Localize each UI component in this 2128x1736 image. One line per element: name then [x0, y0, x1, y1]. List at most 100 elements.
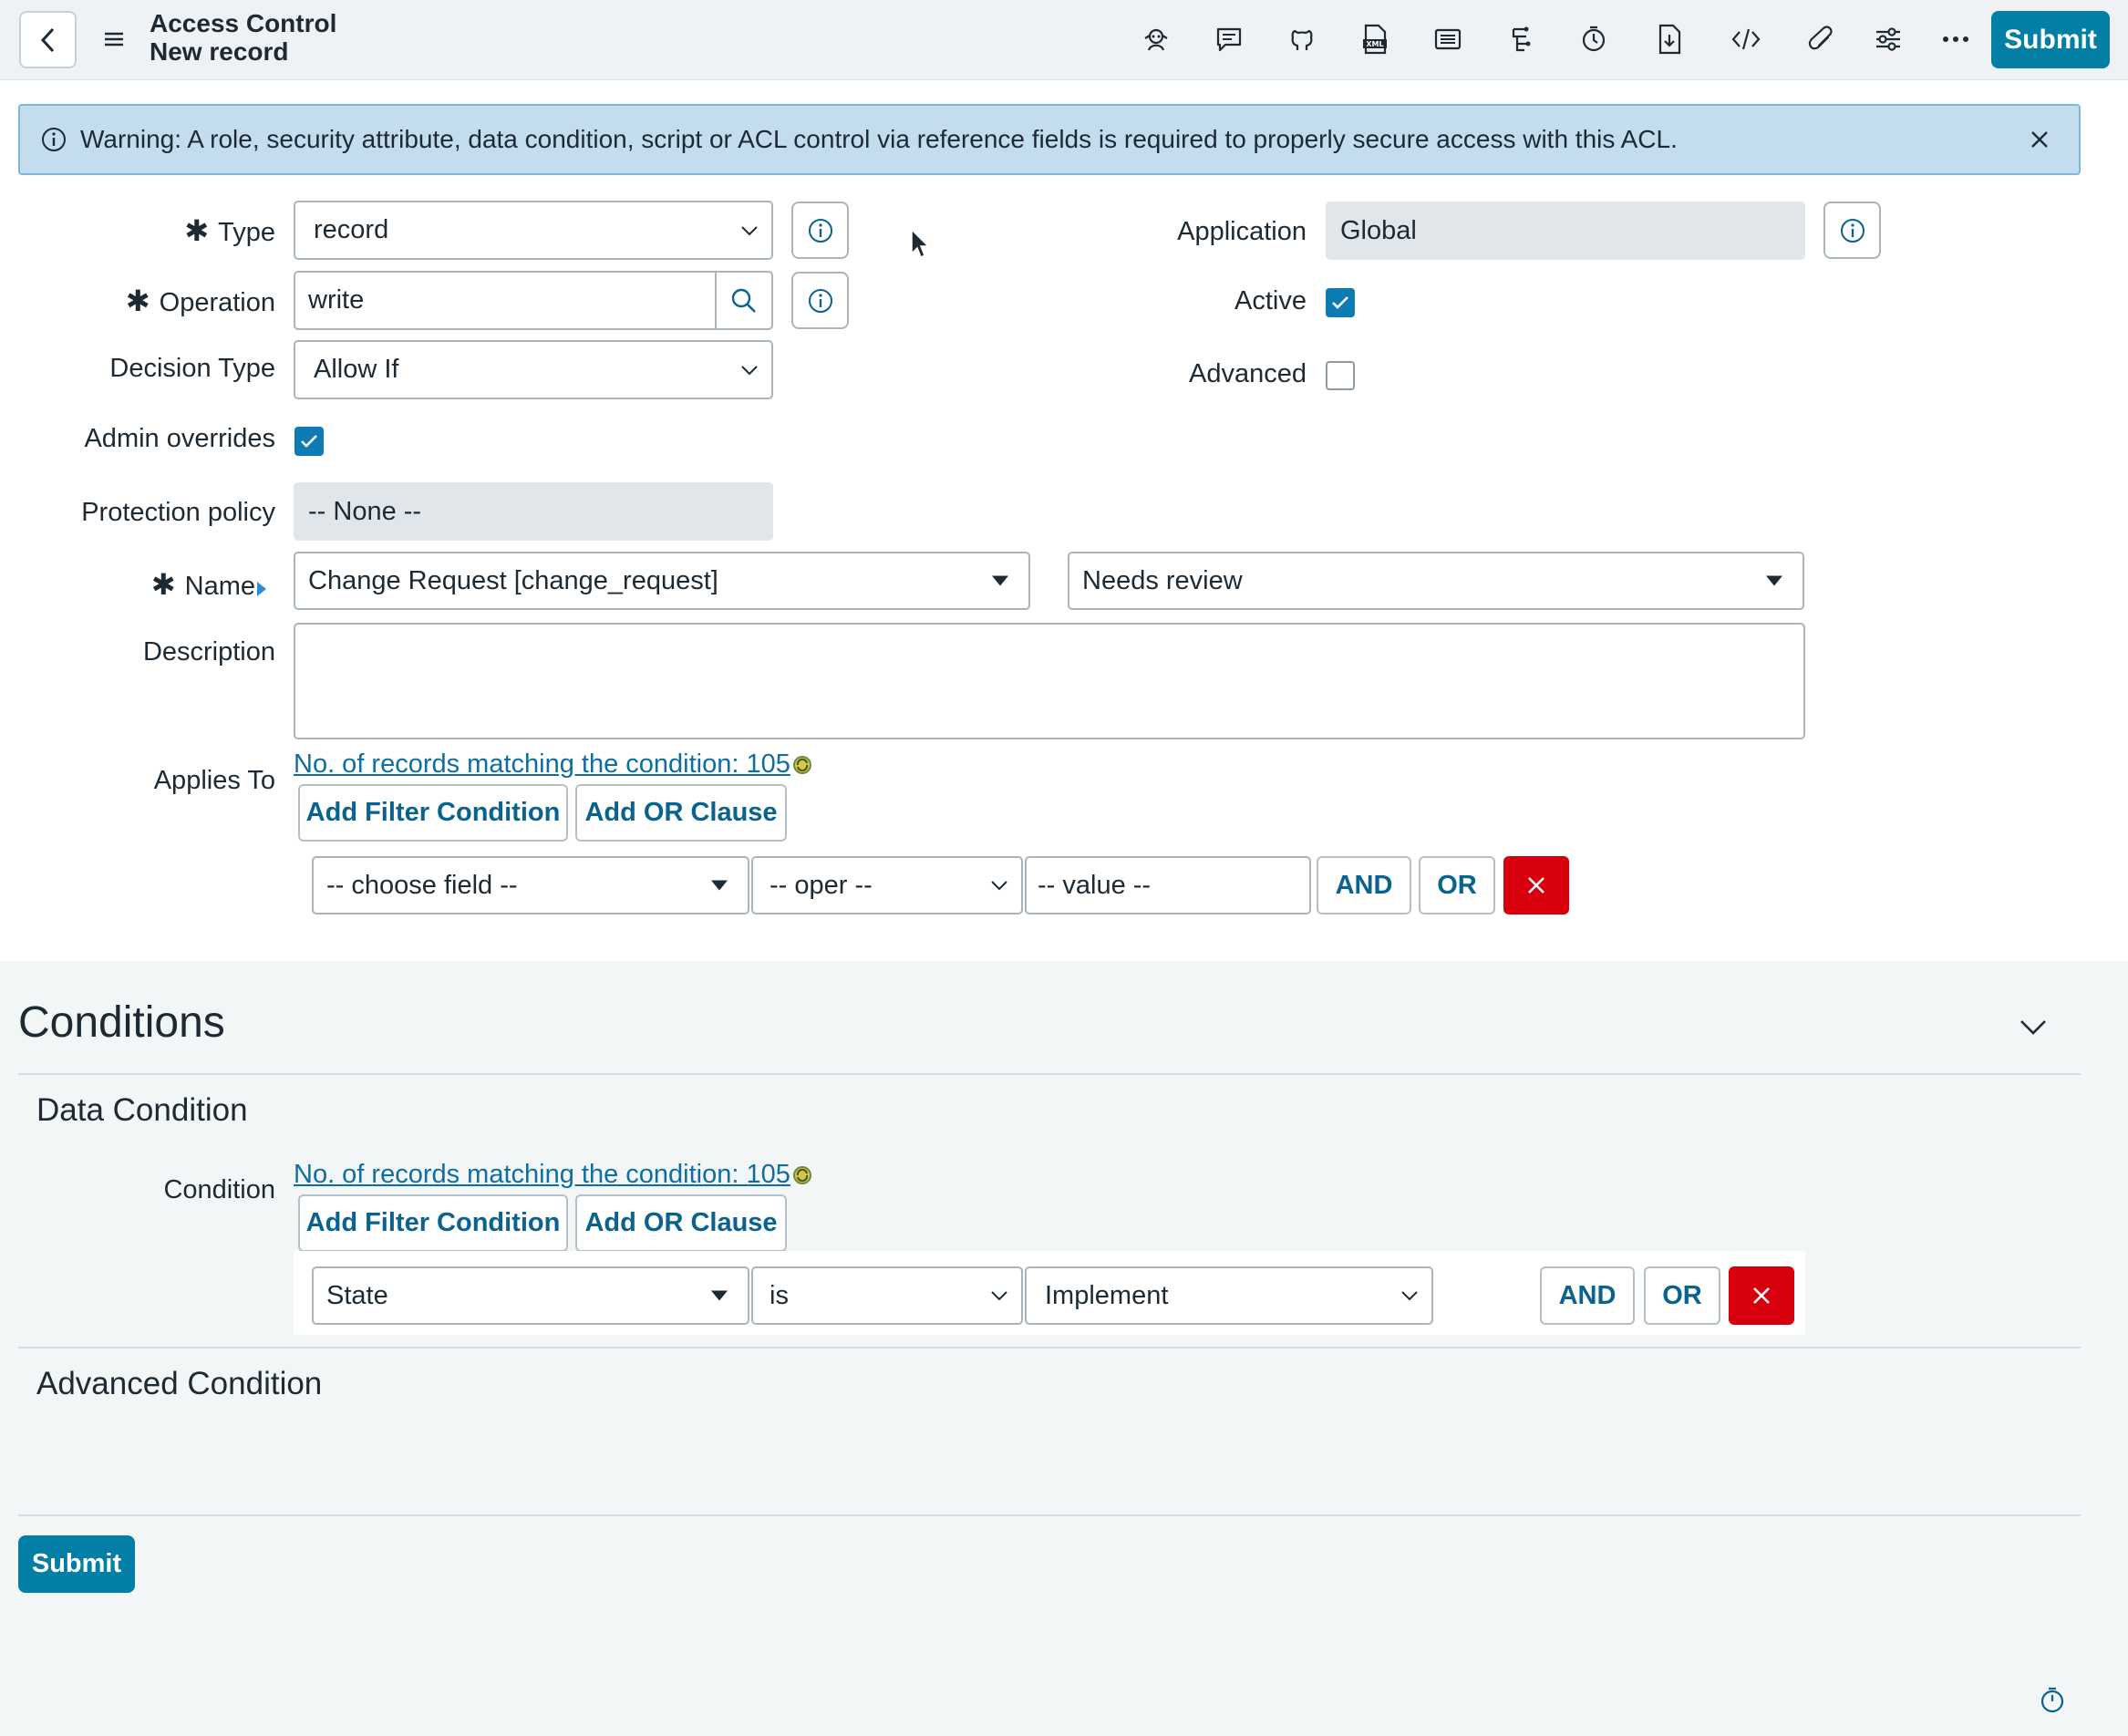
conditions-section: [0, 961, 2128, 1736]
protection-policy-field: -- None --: [294, 482, 773, 541]
condition-and-button[interactable]: AND: [1540, 1266, 1635, 1325]
condition-oper-select[interactable]: is: [751, 1266, 1023, 1325]
dropdown-triangle-icon: [1766, 575, 1782, 586]
chevron-down-icon: [741, 225, 758, 235]
warning-banner: Warning: A role, security attribute, dat…: [18, 104, 2081, 175]
page-title: Access Control New record: [150, 9, 336, 66]
checkmark-icon: [1332, 296, 1348, 309]
chevron-down-icon: [991, 1291, 1007, 1301]
expand-triangle-icon[interactable]: [255, 575, 268, 604]
divider: [18, 1514, 2081, 1516]
xml-icon[interactable]: XML: [1354, 18, 1396, 60]
condition-add-or-button[interactable]: Add OR Clause: [575, 1194, 787, 1252]
more-icon[interactable]: [1935, 18, 1977, 60]
info-icon: [808, 288, 832, 313]
mouse-cursor-icon: [910, 228, 930, 265]
back-button[interactable]: [19, 11, 77, 68]
chevron-down-icon: [741, 365, 758, 375]
type-label: ✱ Type: [184, 214, 275, 247]
search-icon[interactable]: [715, 273, 771, 328]
condition-or-button[interactable]: OR: [1644, 1266, 1720, 1325]
clock-icon[interactable]: [1573, 18, 1615, 60]
condition-delete-button[interactable]: [1729, 1266, 1794, 1325]
conditions-title: Conditions: [18, 998, 225, 1047]
dropdown-triangle-icon: [711, 1290, 728, 1301]
condition-value-select[interactable]: Implement: [1025, 1266, 1433, 1325]
warning-text: Warning: A role, security attribute, dat…: [80, 125, 1678, 153]
active-checkbox[interactable]: [1326, 288, 1355, 317]
name-field-select[interactable]: Needs review: [1068, 552, 1804, 610]
page-title-main: Access Control: [150, 9, 337, 37]
agent-icon[interactable]: [1135, 18, 1177, 60]
info-icon: [1840, 218, 1865, 243]
page-title-sub: New record: [150, 37, 289, 66]
application-info-button[interactable]: [1823, 202, 1881, 259]
dropdown-triangle-icon: [992, 575, 1008, 586]
refresh-icon: [792, 755, 811, 774]
flow-icon[interactable]: [1500, 18, 1542, 60]
applies-to-records-link[interactable]: No. of records matching the condition: 1…: [294, 749, 814, 780]
applies-to-value-input[interactable]: -- value --: [1025, 856, 1311, 914]
operation-field[interactable]: write: [294, 271, 773, 330]
divider: [18, 1347, 2081, 1348]
application-field: Global: [1326, 202, 1805, 260]
code-icon[interactable]: [1725, 18, 1767, 60]
timer-icon[interactable]: [2039, 1685, 2066, 1720]
condition-records-link[interactable]: No. of records matching the condition: 1…: [294, 1160, 814, 1190]
collapse-chevron-icon[interactable]: [2019, 1014, 2048, 1043]
admin-overrides-label: Admin overrides: [84, 424, 275, 453]
application-label: Application: [1177, 217, 1307, 246]
github-icon[interactable]: [1281, 18, 1323, 60]
name-label: ✱ Name: [150, 568, 255, 601]
admin-overrides-checkbox[interactable]: [294, 427, 324, 456]
hamburger-menu-icon[interactable]: [100, 26, 128, 53]
type-select[interactable]: record: [294, 201, 773, 260]
data-condition-title: Data Condition: [36, 1092, 248, 1128]
dropdown-triangle-icon: [711, 880, 728, 891]
description-textarea[interactable]: [294, 623, 1805, 739]
decision-type-label: Decision Type: [109, 354, 275, 383]
close-icon[interactable]: [2026, 126, 2053, 153]
active-label: Active: [1234, 286, 1307, 315]
comment-icon[interactable]: [1208, 18, 1250, 60]
chevron-down-icon: [1401, 1291, 1418, 1301]
sliders-icon[interactable]: [1867, 18, 1909, 60]
applies-to-oper-select[interactable]: -- oper --: [751, 856, 1023, 914]
operation-label: ✱ Operation: [125, 284, 275, 317]
attachment-icon[interactable]: [1801, 18, 1843, 60]
download-icon[interactable]: [1648, 18, 1690, 60]
list-icon[interactable]: [1427, 18, 1469, 60]
name-table-select[interactable]: Change Request [change_request]: [294, 552, 1030, 610]
operation-info-button[interactable]: [791, 272, 849, 329]
decision-type-select[interactable]: Allow If: [294, 340, 773, 399]
condition-label: Condition: [163, 1175, 275, 1204]
condition-field-select[interactable]: State: [312, 1266, 749, 1325]
applies-to-or-button[interactable]: OR: [1419, 856, 1495, 914]
divider: [18, 1073, 2081, 1075]
applies-to-and-button[interactable]: AND: [1317, 856, 1411, 914]
condition-add-filter-button[interactable]: Add Filter Condition: [298, 1194, 568, 1252]
advanced-label: Advanced: [1189, 359, 1307, 388]
applies-to-delete-button[interactable]: [1503, 856, 1569, 914]
svg-text:XML: XML: [1366, 40, 1383, 48]
checkmark-icon: [301, 435, 317, 448]
advanced-checkbox[interactable]: [1326, 361, 1355, 390]
chevron-left-icon: [40, 27, 54, 52]
required-icon: ✱: [150, 568, 176, 601]
info-icon: [42, 128, 66, 151]
applies-to-add-filter-button[interactable]: Add Filter Condition: [298, 784, 568, 842]
close-icon: [1528, 877, 1544, 894]
chevron-down-icon: [991, 881, 1007, 891]
info-icon: [808, 218, 832, 243]
applies-to-label: Applies To: [153, 766, 275, 795]
required-icon: ✱: [184, 214, 210, 247]
submit-button-bottom[interactable]: Submit: [18, 1535, 135, 1593]
description-label: Description: [142, 637, 275, 666]
required-icon: ✱: [125, 284, 150, 317]
type-info-button[interactable]: [791, 202, 849, 259]
applies-to-field-select[interactable]: -- choose field --: [312, 856, 749, 914]
applies-to-add-or-button[interactable]: Add OR Clause: [575, 784, 787, 842]
advanced-condition-title: Advanced Condition: [36, 1366, 323, 1401]
submit-button-top[interactable]: Submit: [1991, 11, 2110, 68]
close-icon: [1753, 1287, 1770, 1304]
